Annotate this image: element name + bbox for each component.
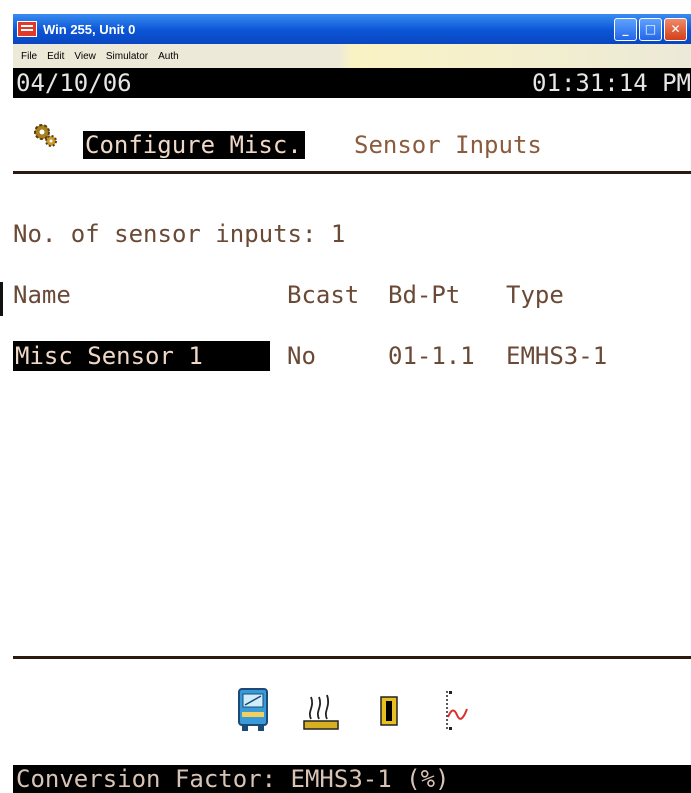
output-device-icon[interactable] bbox=[369, 686, 409, 736]
status-bar: 04/10/06 01:31:14 PM bbox=[13, 68, 691, 98]
column-header-type: Type bbox=[506, 281, 564, 309]
minimize-button[interactable]: _ bbox=[614, 17, 637, 41]
status-date: 04/10/06 bbox=[16, 69, 132, 97]
window-title-bar[interactable]: Win 255, Unit 0 _ □ ✕ bbox=[13, 14, 691, 44]
status-time: 01:31:14 PM bbox=[532, 69, 691, 97]
maximize-button[interactable]: □ bbox=[639, 17, 662, 41]
row-name-cell[interactable]: Misc Sensor 1 bbox=[13, 341, 270, 371]
page-title-selected[interactable]: Configure Misc. bbox=[83, 131, 305, 159]
menu-auth[interactable]: Auth bbox=[158, 51, 179, 62]
menu-edit[interactable]: Edit bbox=[47, 51, 64, 62]
column-header-bdpt: Bd-Pt bbox=[388, 281, 461, 309]
window-controls: _ □ ✕ bbox=[614, 17, 687, 41]
close-button[interactable]: ✕ bbox=[664, 17, 687, 41]
menu-view[interactable]: View bbox=[74, 51, 96, 62]
terminal-screen: 04/10/06 01:31:14 PM Configure Misc. Sen… bbox=[13, 68, 691, 793]
menu-simulator[interactable]: Simulator bbox=[106, 51, 148, 62]
gear-icon bbox=[34, 124, 57, 147]
header-divider bbox=[13, 171, 691, 174]
menu-bar: File Edit View Simulator Auth bbox=[13, 44, 691, 68]
left-edge-mark bbox=[0, 282, 3, 316]
page-title: Sensor Inputs bbox=[354, 131, 542, 159]
row-bcast-cell[interactable]: No bbox=[287, 342, 316, 370]
menu-file[interactable]: File bbox=[21, 51, 37, 62]
bottom-toolbar bbox=[13, 676, 691, 766]
column-header-bcast: Bcast bbox=[287, 281, 360, 309]
window-title: Win 255, Unit 0 bbox=[43, 21, 136, 37]
conversion-factor-line: Conversion Factor: EMHS3-1 (%) bbox=[13, 765, 691, 793]
bus-icon[interactable] bbox=[233, 686, 273, 736]
toolbar-divider bbox=[13, 656, 691, 659]
column-header-name: Name bbox=[13, 281, 71, 309]
row-bdpt-cell[interactable]: 01-1.1 bbox=[388, 342, 475, 370]
app-icon bbox=[17, 21, 37, 37]
sensor-count: No. of sensor inputs: 1 bbox=[13, 220, 346, 248]
sensor-input-icon[interactable] bbox=[301, 686, 341, 736]
signal-graph-icon[interactable] bbox=[435, 686, 475, 736]
row-type-cell[interactable]: EMHS3-1 bbox=[506, 342, 607, 370]
